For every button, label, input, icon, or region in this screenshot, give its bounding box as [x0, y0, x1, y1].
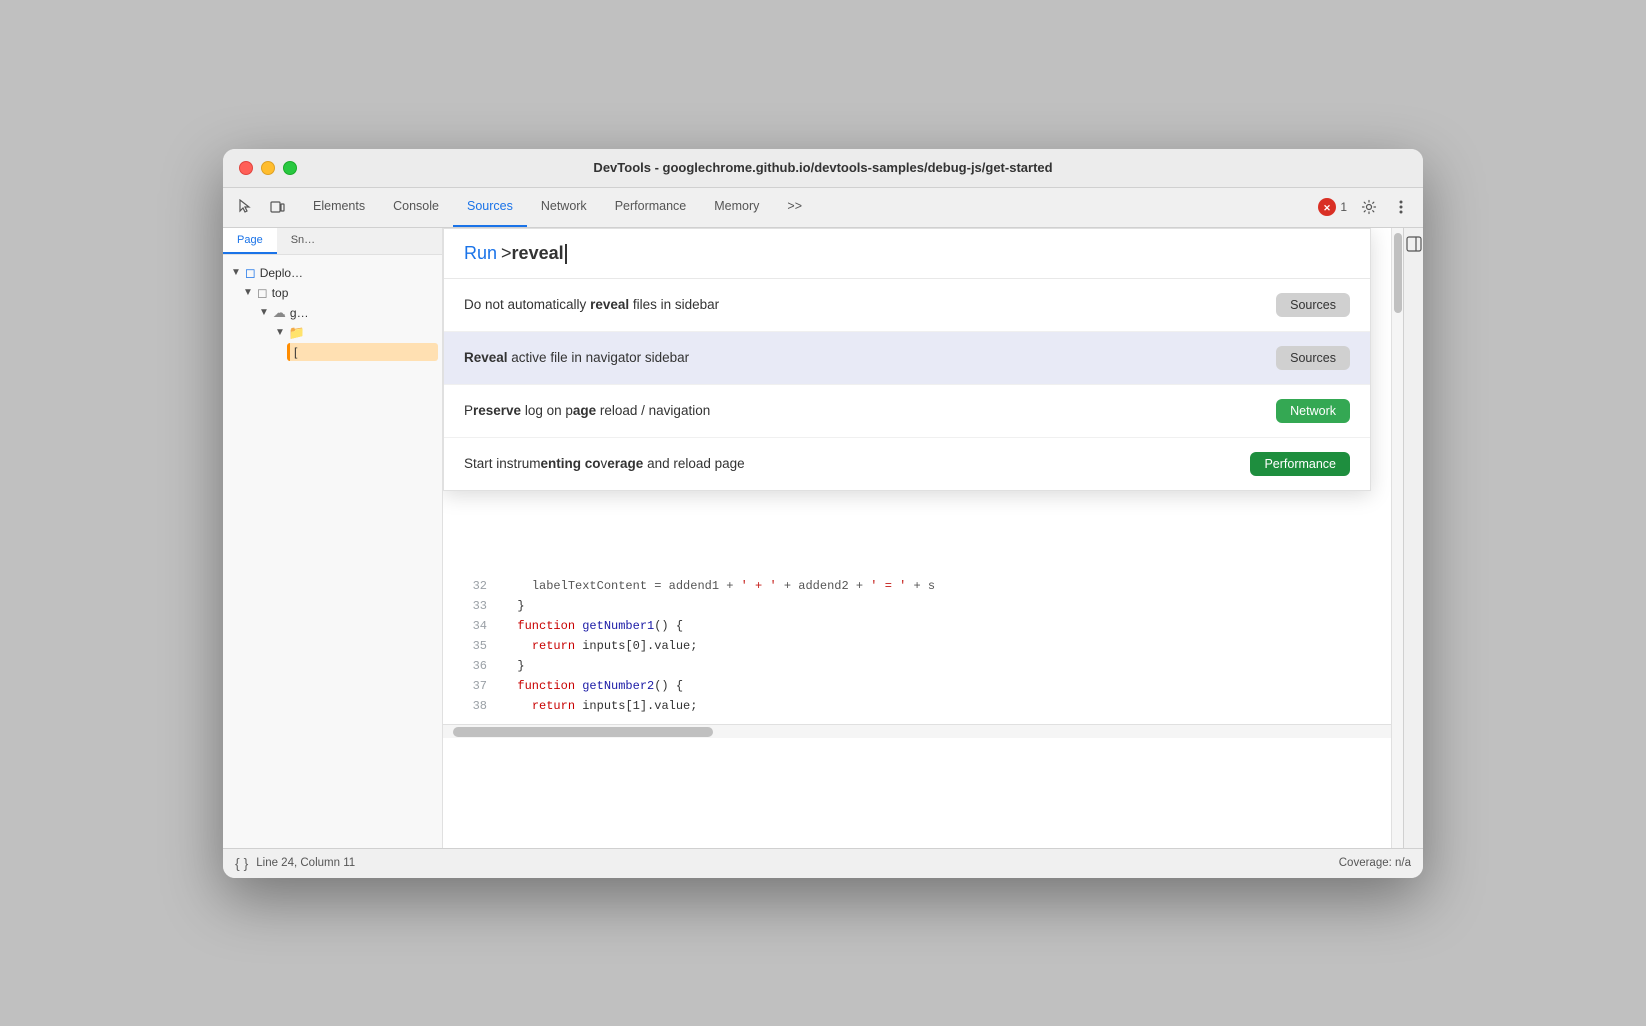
tab-performance[interactable]: Performance — [601, 188, 701, 227]
cursor-icon[interactable] — [231, 193, 259, 221]
vertical-scrollbar[interactable] — [1391, 228, 1403, 848]
result-do-not-reveal[interactable]: Do not automatically reveal files in sid… — [444, 279, 1370, 332]
tree-label-top: top — [272, 286, 289, 300]
device-icon[interactable] — [263, 193, 291, 221]
vertical-scrollbar-thumb[interactable] — [1394, 233, 1402, 313]
result-preserve-log[interactable]: Preserve log on page reload / navigation… — [444, 385, 1370, 438]
result-badge-sources-1[interactable]: Sources — [1276, 293, 1350, 317]
tab-elements[interactable]: Elements — [299, 188, 379, 227]
tree-arrow: ▼ — [231, 267, 241, 278]
svg-text:✕: ✕ — [1324, 203, 1332, 213]
result-badge-network[interactable]: Network — [1276, 399, 1350, 423]
command-query-bold: reveal — [512, 243, 564, 263]
tree-icon-top: ◻ — [257, 285, 268, 301]
close-button[interactable] — [239, 161, 253, 175]
status-bar: { } Line 24, Column 11 Coverage: n/a — [223, 848, 1423, 878]
devtools-content: Page Sn… ▼ ◻ Deplo… ▼ ◻ top ▼ ☁ g… — [223, 228, 1423, 848]
braces-icon: { } — [235, 855, 248, 871]
sidebar-tree: ▼ ◻ Deplo… ▼ ◻ top ▼ ☁ g… ▼ 📁 — [223, 255, 442, 369]
result-reveal-active[interactable]: Reveal active file in navigator sidebar … — [444, 332, 1370, 385]
error-count: 1 — [1340, 200, 1347, 214]
sidebar-tab-page[interactable]: Page — [223, 228, 277, 254]
devtools-window: DevTools - googlechrome.github.io/devtoo… — [223, 149, 1423, 878]
tab-console[interactable]: Console — [379, 188, 453, 227]
sidebar-tabs: Page Sn… — [223, 228, 442, 255]
devtools-toolbar: Elements Console Sources Network Perform… — [223, 188, 1423, 228]
tree-item-g[interactable]: ▼ ☁ g… — [227, 303, 438, 323]
command-palette-overlay: Run >reveal Do not automatically reveal … — [443, 228, 1391, 848]
tree-item-top[interactable]: ▼ ◻ top — [227, 283, 438, 303]
result-badge-sources-2[interactable]: Sources — [1276, 346, 1350, 370]
tree-arrow-top: ▼ — [243, 287, 253, 298]
command-input-text: >reveal — [501, 243, 567, 264]
run-label: Run — [464, 243, 497, 264]
minimize-button[interactable] — [261, 161, 275, 175]
code-area: Run >reveal Do not automatically reveal … — [443, 228, 1391, 848]
tab-memory[interactable]: Memory — [700, 188, 773, 227]
error-badge: ✕ — [1318, 198, 1336, 216]
window-title: DevTools - googlechrome.github.io/devtoo… — [593, 160, 1052, 175]
cursor — [565, 244, 567, 264]
traffic-lights — [239, 161, 297, 175]
tree-item-deploy[interactable]: ▼ ◻ Deplo… — [227, 263, 438, 283]
command-palette: Run >reveal Do not automatically reveal … — [443, 228, 1371, 491]
sidebar-tab-snippets[interactable]: Sn… — [277, 228, 329, 254]
tab-sources[interactable]: Sources — [453, 188, 527, 227]
coverage-status: Coverage: n/a — [1339, 857, 1411, 869]
tree-label-bracket: [ — [294, 345, 297, 359]
command-input-row[interactable]: Run >reveal — [444, 229, 1370, 279]
tree-label-deploy: Deplo… — [260, 266, 303, 280]
tree-icon-deploy: ◻ — [245, 265, 256, 281]
maximize-button[interactable] — [283, 161, 297, 175]
tab-network[interactable]: Network — [527, 188, 601, 227]
panel-toggle-icon[interactable] — [1406, 236, 1422, 255]
left-sidebar: Page Sn… ▼ ◻ Deplo… ▼ ◻ top ▼ ☁ g… — [223, 228, 443, 848]
tab-more[interactable]: >> — [773, 188, 816, 227]
tree-item-folder[interactable]: ▼ 📁 — [227, 323, 438, 343]
devtools-tabs: Elements Console Sources Network Perform… — [299, 188, 1318, 227]
result-text-3: Preserve log on page reload / navigation — [464, 403, 1260, 418]
status-left: { } Line 24, Column 11 — [235, 855, 355, 871]
result-start-instrumenting[interactable]: Start instrumenting coverage and reload … — [444, 438, 1370, 490]
tree-item-bracket[interactable]: [ — [287, 343, 438, 361]
toolbar-right: ✕ 1 — [1318, 193, 1415, 221]
tree-icon-folder: 📁 — [289, 325, 305, 341]
tree-icon-g: ☁ — [273, 305, 286, 321]
tree-label-g: g… — [290, 306, 309, 320]
command-prefix: > — [501, 243, 512, 263]
more-options-icon[interactable] — [1387, 193, 1415, 221]
cursor-position: Line 24, Column 11 — [256, 857, 355, 869]
result-text-1: Do not automatically reveal files in sid… — [464, 297, 1260, 312]
tree-arrow-folder: ▼ — [275, 327, 285, 338]
settings-icon[interactable] — [1355, 193, 1383, 221]
right-panel — [1403, 228, 1423, 848]
result-badge-performance[interactable]: Performance — [1250, 452, 1350, 476]
result-text-4: Start instrumenting coverage and reload … — [464, 456, 1234, 471]
tree-arrow-g: ▼ — [259, 307, 269, 318]
toolbar-icons — [231, 193, 291, 221]
title-bar: DevTools - googlechrome.github.io/devtoo… — [223, 149, 1423, 188]
result-text-2: Reveal active file in navigator sidebar — [464, 350, 1260, 365]
